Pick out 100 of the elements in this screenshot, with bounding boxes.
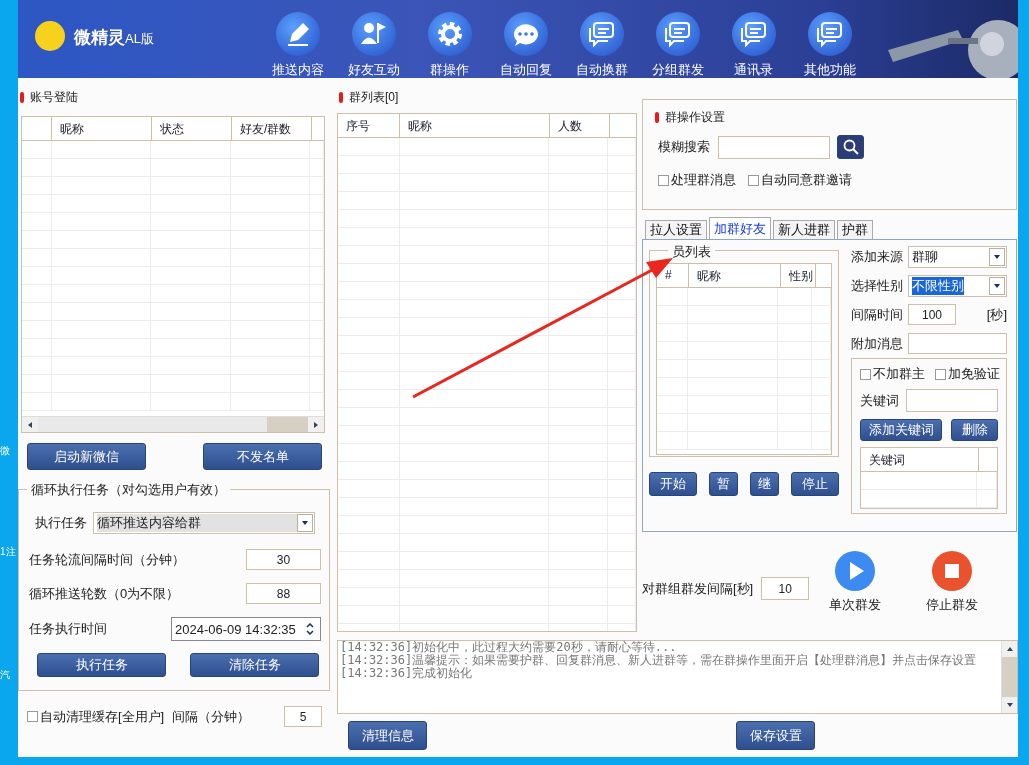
group-title: 循环执行任务（对勾选用户有效） <box>27 481 230 499</box>
checkbox[interactable] <box>27 711 38 722</box>
checkbox[interactable] <box>860 368 871 380</box>
nav-button[interactable]: 其他功能 <box>793 0 866 80</box>
number-field[interactable]: 10 <box>761 577 810 600</box>
up-arrow-icon[interactable] <box>1006 645 1014 653</box>
number-field[interactable]: 30 <box>246 549 321 570</box>
checkbox[interactable] <box>935 368 946 380</box>
section-marker <box>655 111 659 123</box>
keyword-button[interactable]: 删除 <box>951 419 998 441</box>
checkbox-label: 自动清理缓存[全用户] <box>40 707 165 726</box>
field-label: 选择性别 <box>851 277 904 295</box>
action-button[interactable]: 清除任务 <box>190 653 319 677</box>
field-label: 任务执行时间 <box>29 620 107 638</box>
chat-bubble-icon[interactable] <box>502 11 549 57</box>
nav-button[interactable]: 分组群发 <box>641 0 714 80</box>
source-dropdown[interactable]: 群聊 <box>908 246 1007 268</box>
play-icon[interactable] <box>834 550 877 592</box>
chat-bubbles-icon[interactable] <box>730 11 777 57</box>
field-label: 循环推送轮数（0为不限） <box>29 584 180 603</box>
control-button[interactable]: 停止 <box>790 472 839 496</box>
tab[interactable]: 护群 <box>837 220 873 239</box>
checkbox[interactable] <box>748 174 759 186</box>
field-label: 间隔（分钟） <box>172 707 251 726</box>
field-label: 附加消息 <box>851 334 904 353</box>
broadcast-button[interactable]: 停止群发 <box>926 550 979 614</box>
control-button[interactable]: 继 <box>750 472 779 496</box>
control-button[interactable]: 暂 <box>709 472 738 496</box>
group-title: 员列表 <box>668 243 715 261</box>
person-flag-icon[interactable] <box>350 11 397 57</box>
left-arrow-icon[interactable] <box>26 421 34 429</box>
nav-button[interactable]: 自动回复 <box>489 0 562 80</box>
task-dropdown[interactable]: 循环推送内容给群 <box>93 512 315 534</box>
action-button[interactable]: 执行任务 <box>37 653 166 677</box>
column-header[interactable]: 人数 <box>550 114 610 137</box>
checkbox-label: 加免验证 <box>948 365 1000 383</box>
tab[interactable]: 拉人设置 <box>645 220 707 239</box>
number-field[interactable]: 5 <box>284 706 322 727</box>
tab[interactable]: 新人进群 <box>773 220 835 239</box>
right-arrow-icon[interactable] <box>312 421 320 429</box>
nav-button[interactable]: 通讯录 <box>717 0 790 80</box>
column-header[interactable]: 性别 <box>781 264 816 287</box>
chat-bubbles-icon[interactable] <box>806 11 853 57</box>
field-label: 关键词 <box>860 391 899 410</box>
field-label: 执行任务 <box>35 514 87 532</box>
column-header[interactable]: 昵称 <box>52 117 152 140</box>
field-label: 添加来源 <box>851 248 904 266</box>
keyword-field[interactable] <box>906 389 998 412</box>
section-title: 账号登陆 <box>30 88 78 106</box>
checkbox-label: 处理群消息 <box>671 171 736 189</box>
nav-button[interactable]: 群操作 <box>413 0 486 80</box>
section-title: 群操作设置 <box>665 108 725 126</box>
nav-button[interactable]: 推送内容 <box>261 0 334 80</box>
nav-button[interactable]: 好友互动 <box>337 0 410 80</box>
keyword-button[interactable]: 添加关键词 <box>860 419 943 441</box>
app-logo-icon <box>34 20 66 52</box>
column-header[interactable]: 昵称 <box>400 114 550 137</box>
gender-dropdown[interactable]: 不限性别 <box>908 275 1007 297</box>
pen-icon[interactable] <box>274 11 321 57</box>
checkbox[interactable] <box>658 174 669 186</box>
action-button[interactable]: 清理信息 <box>348 721 427 750</box>
datetime-field[interactable]: 2024-06-09 14:32:35 <box>171 617 321 641</box>
control-button[interactable]: 开始 <box>649 472 698 496</box>
stop-icon[interactable] <box>931 550 974 592</box>
chat-bubbles-icon[interactable] <box>654 11 701 57</box>
settings-icon[interactable] <box>426 11 473 57</box>
field-label: 任务轮流间隔时间（分钟） <box>29 550 185 569</box>
app-title: 微精灵AL版 <box>74 27 154 49</box>
number-field[interactable]: 100 <box>908 304 956 325</box>
nav-button[interactable]: 自动换群 <box>565 0 638 80</box>
horizontal-scrollbar[interactable] <box>22 416 324 432</box>
search-icon[interactable] <box>842 139 859 155</box>
field-label: 间隔时间 <box>851 305 904 324</box>
column-header[interactable]: 状态 <box>152 117 232 140</box>
section-title: 群列表[0] <box>349 88 399 106</box>
log-line: [14:32:36]初始化中，此过程大约需要20秒，请耐心等待... <box>340 641 678 654</box>
spinner-icon[interactable] <box>306 623 314 635</box>
broadcast-button[interactable]: 单次群发 <box>829 550 882 614</box>
checkbox-label: 自动同意群邀请 <box>761 171 852 189</box>
section-marker <box>20 91 24 103</box>
vertical-scrollbar[interactable] <box>1001 641 1017 713</box>
field-label: 对群组群发间隔[秒] <box>642 579 754 598</box>
down-arrow-icon[interactable] <box>1006 701 1014 709</box>
tab[interactable]: 加群好友 <box>709 217 771 239</box>
action-button[interactable]: 不发名单 <box>203 443 322 470</box>
column-header[interactable]: 序号 <box>338 114 400 137</box>
action-button[interactable]: 保存设置 <box>736 721 815 750</box>
search-button[interactable] <box>837 135 864 159</box>
section-marker <box>339 91 343 103</box>
column-header[interactable]: 好友/群数 <box>232 117 312 140</box>
column-header[interactable]: 昵称 <box>689 264 781 287</box>
chat-bubbles-icon[interactable] <box>578 11 625 57</box>
number-field[interactable]: 88 <box>246 583 321 604</box>
log-line: [14:32:36]温馨提示：如果需要护群、回复群消息、新人进群等，需在群操作里面开启【处理群消息】并点击保存设置 <box>340 654 978 667</box>
action-button[interactable]: 启动新微信 <box>27 443 146 470</box>
search-field[interactable] <box>718 135 830 159</box>
log-line: [14:32:36]完成初始化 <box>340 667 473 680</box>
unit-label: [秒] <box>986 305 1007 324</box>
message-field[interactable] <box>908 333 1007 354</box>
field-label: 模糊搜索 <box>658 138 710 156</box>
